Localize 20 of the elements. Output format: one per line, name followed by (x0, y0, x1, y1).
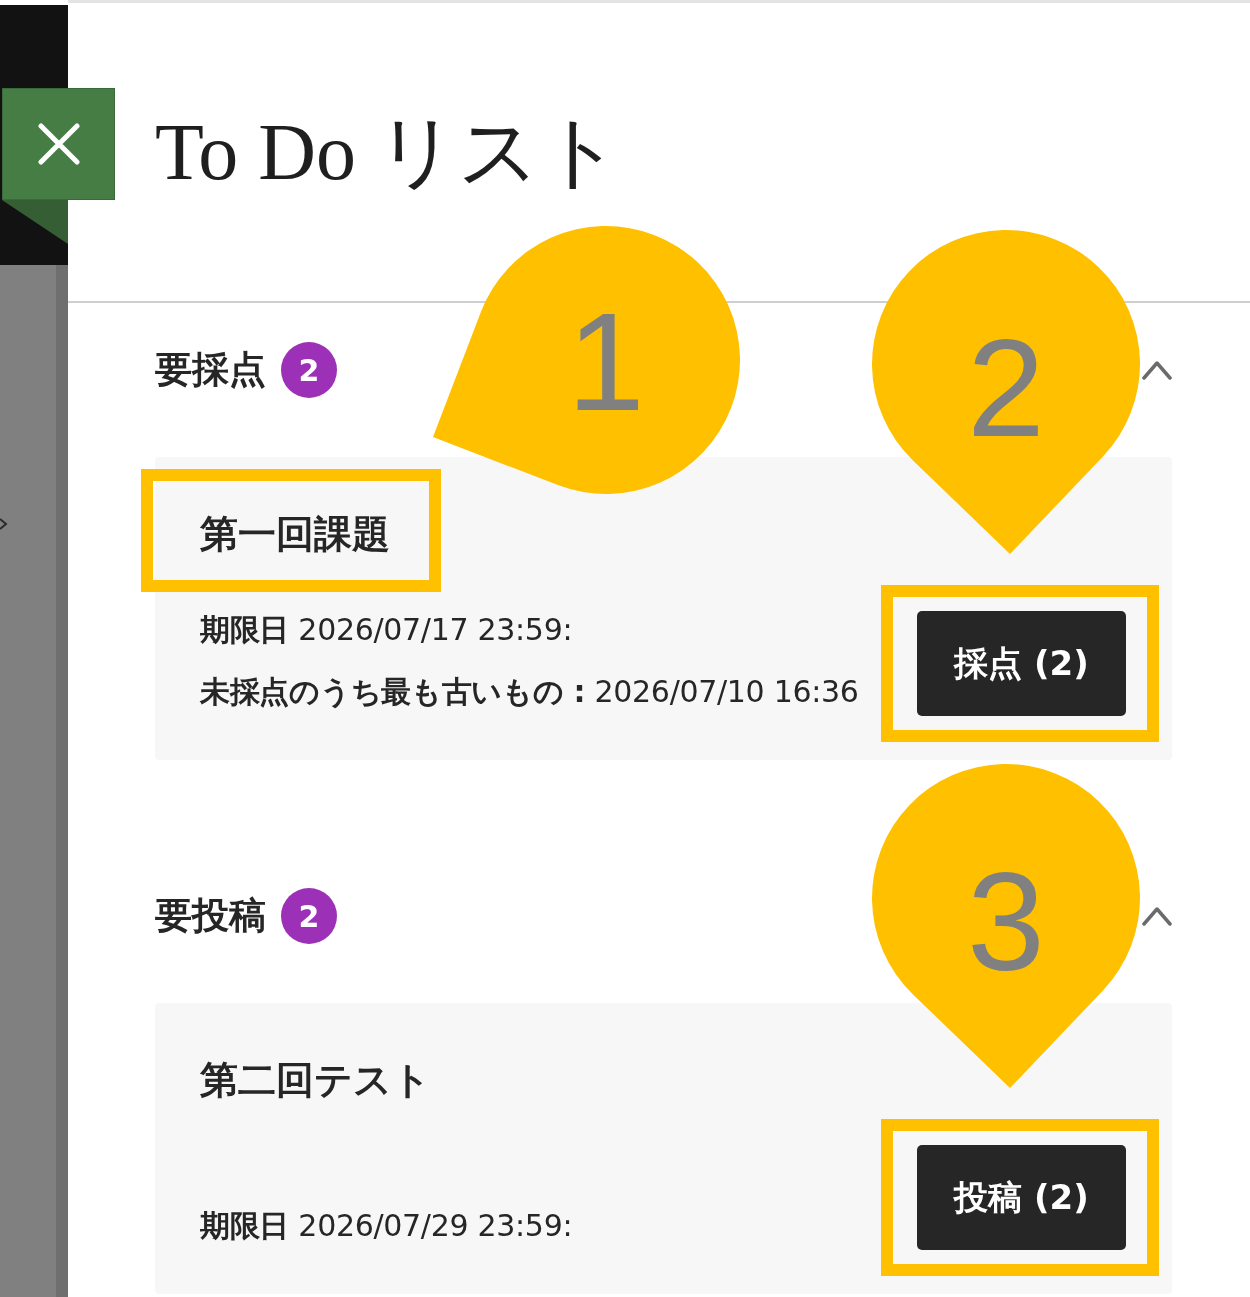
action-button[interactable]: 投稿 (2) (917, 1145, 1126, 1250)
close-icon (37, 123, 80, 165)
count-badge: 2 (281, 342, 337, 398)
section-heading: 要採点 (155, 347, 266, 393)
due-info-text: 期限日 2026/07/17 23:59: (200, 611, 574, 649)
chevron-icon[interactable] (1142, 358, 1172, 382)
chevron-icon[interactable] (1142, 904, 1172, 928)
button-fold-shadow (2, 200, 68, 244)
close-button[interactable] (2, 88, 115, 200)
callout-number: 3 (967, 852, 1045, 992)
section-heading: 要投稿 (155, 893, 266, 939)
due-info-text: 期限日 2026/07/29 23:59: (200, 1207, 573, 1245)
action-button[interactable]: 採点 (2) (917, 611, 1126, 716)
due-info-text: 未採点のうち最も古いもの : 2026/07/10 16:36 (200, 673, 859, 711)
task-title: 第一回課題 (200, 511, 390, 558)
callout-number: 2 (967, 318, 1045, 458)
task-title: 第二回テスト (200, 1057, 431, 1104)
panel-title: To Do リスト (155, 108, 623, 196)
count-badge: 2 (281, 888, 337, 944)
callout-number: 1 (567, 292, 645, 432)
